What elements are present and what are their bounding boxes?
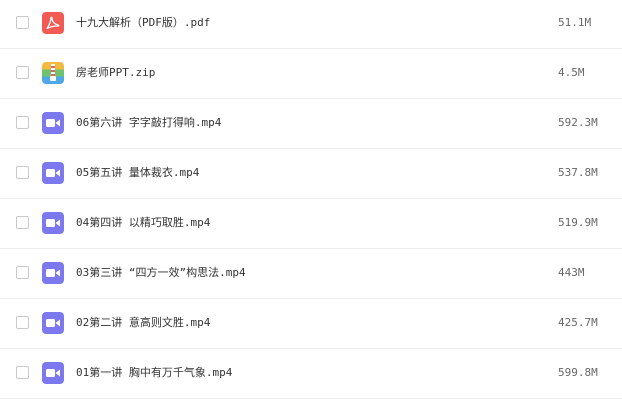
video-icon (42, 212, 64, 234)
video-icon (42, 262, 64, 284)
file-size: 537.8M (558, 166, 598, 179)
file-size: 51.1M (558, 16, 592, 29)
file-row[interactable]: 十九大解析（PDF版）.pdf 51.1M (0, 0, 622, 49)
file-size: 4.5M (558, 66, 585, 79)
file-name[interactable]: 02第二讲 意高则文胜.mp4 (76, 315, 210, 331)
file-row[interactable]: 04第四讲 以精巧取胜.mp4 519.9M (0, 199, 622, 249)
file-row[interactable]: 03第三讲 “四方一效”构思法.mp4 443M (0, 249, 622, 299)
file-name[interactable]: 房老师PPT.zip (76, 65, 155, 81)
select-checkbox[interactable] (16, 166, 29, 179)
video-icon (42, 112, 64, 134)
file-name[interactable]: 04第四讲 以精巧取胜.mp4 (76, 215, 210, 231)
select-checkbox[interactable] (16, 216, 29, 229)
file-list: 十九大解析（PDF版）.pdf 51.1M 房老师PPT.zip 4.5M 06… (0, 0, 622, 399)
file-row[interactable]: 06第六讲 字字敲打得响.mp4 592.3M (0, 99, 622, 149)
file-name[interactable]: 05第五讲 量体裁衣.mp4 (76, 165, 199, 181)
select-checkbox[interactable] (16, 116, 29, 129)
video-icon (42, 312, 64, 334)
select-checkbox[interactable] (16, 316, 29, 329)
file-row[interactable]: 05第五讲 量体裁衣.mp4 537.8M (0, 149, 622, 199)
file-name[interactable]: 01第一讲 胸中有万千气象.mp4 (76, 365, 232, 381)
video-icon (42, 362, 64, 384)
file-row[interactable]: 01第一讲 胸中有万千气象.mp4 599.8M (0, 349, 622, 399)
file-size: 443M (558, 266, 585, 279)
file-size: 599.8M (558, 366, 598, 379)
video-icon (42, 162, 64, 184)
select-checkbox[interactable] (16, 266, 29, 279)
file-row[interactable]: 02第二讲 意高则文胜.mp4 425.7M (0, 299, 622, 349)
file-name[interactable]: 06第六讲 字字敲打得响.mp4 (76, 115, 221, 131)
file-row[interactable]: 房老师PPT.zip 4.5M (0, 49, 622, 99)
zip-icon (42, 62, 64, 84)
file-size: 519.9M (558, 216, 598, 229)
file-name[interactable]: 03第三讲 “四方一效”构思法.mp4 (76, 265, 246, 281)
select-checkbox[interactable] (16, 366, 29, 379)
file-name[interactable]: 十九大解析（PDF版）.pdf (76, 15, 210, 31)
select-checkbox[interactable] (16, 16, 29, 29)
select-checkbox[interactable] (16, 66, 29, 79)
pdf-icon (42, 12, 64, 34)
file-size: 592.3M (558, 116, 598, 129)
file-size: 425.7M (558, 316, 598, 329)
